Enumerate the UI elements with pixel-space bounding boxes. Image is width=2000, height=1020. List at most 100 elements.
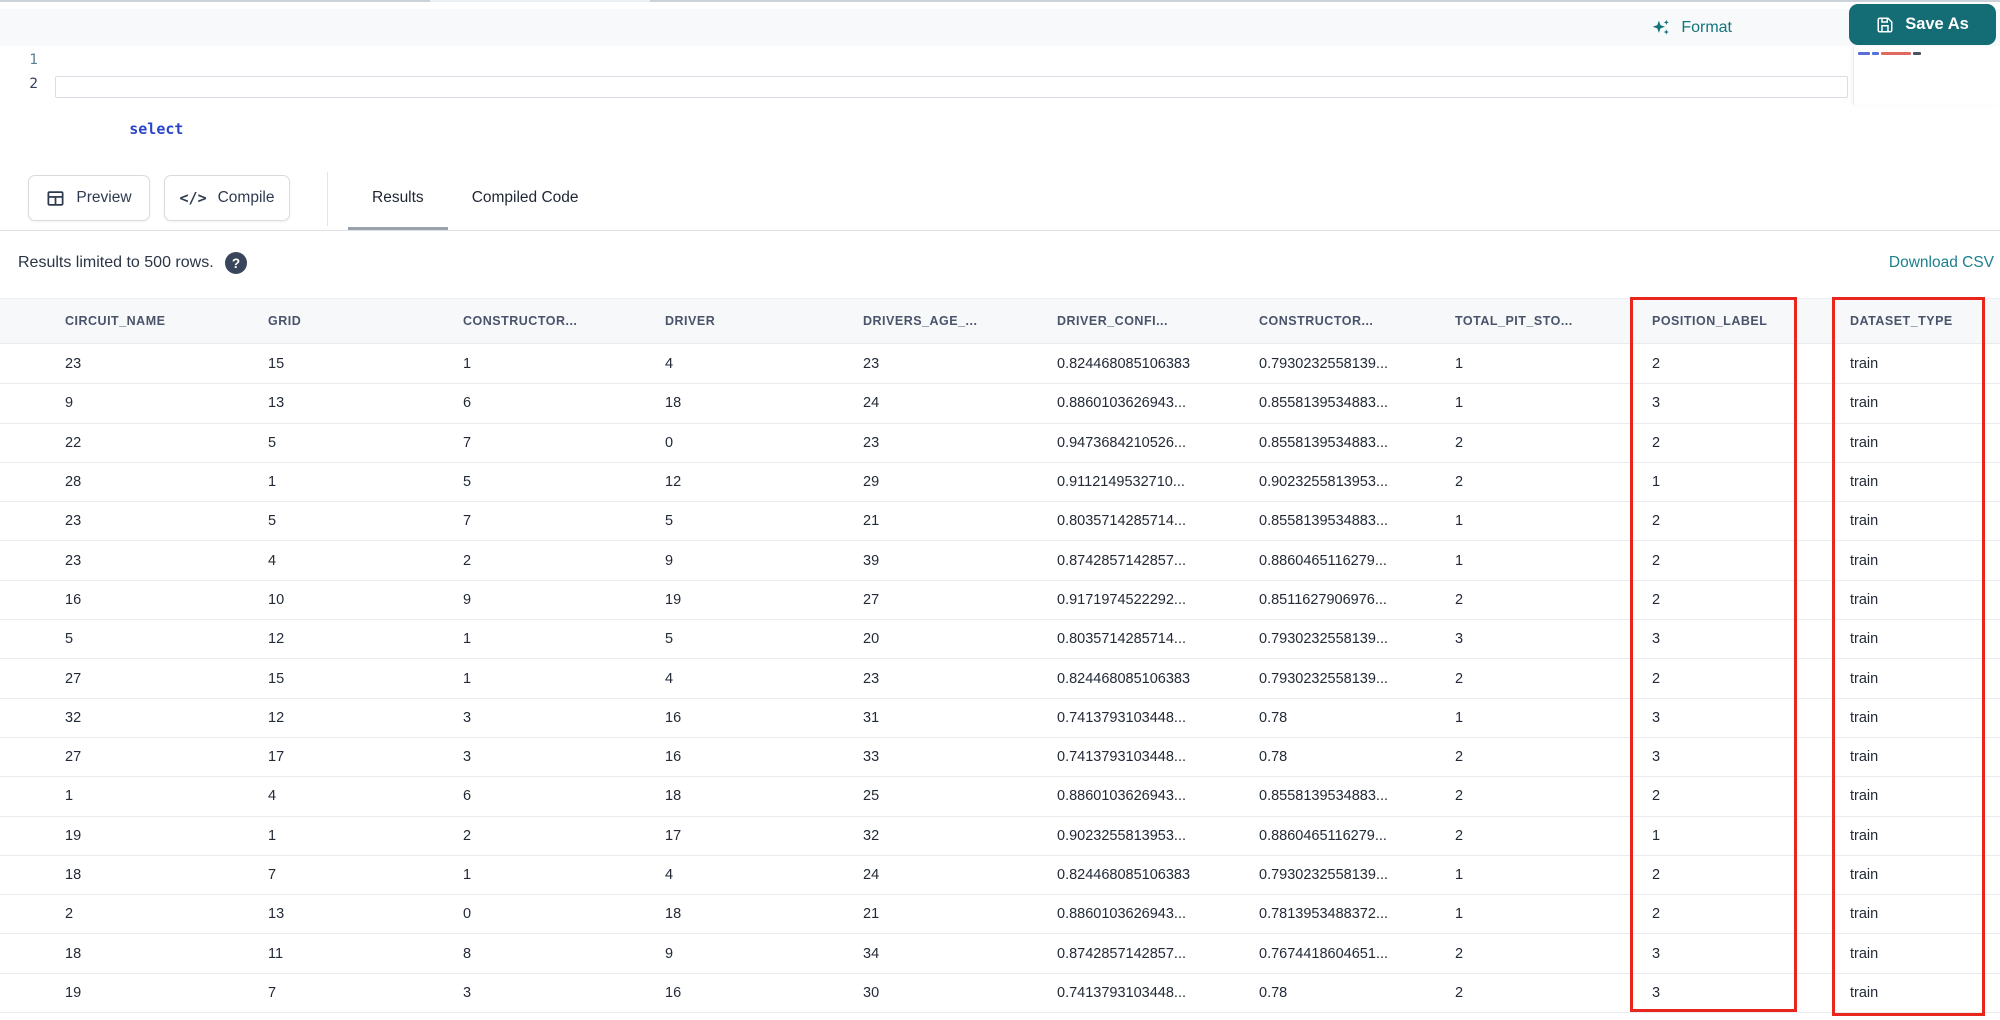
- table-cell: 12: [268, 631, 285, 648]
- table-cell: 2: [1652, 788, 1661, 805]
- table-row: 32 12 3 16 31 0.7413793103448... 0.78 1 …: [0, 698, 2000, 738]
- table-row: 19 7 3 16 30 0.7413793103448... 0.78 2 3…: [0, 973, 2000, 1014]
- column-header[interactable]: DRIVER_CONFI...: [1057, 314, 1259, 328]
- table-cell: 0.7674418604651...: [1259, 945, 1389, 962]
- code-line-1[interactable]: select * from {{ ref( 'train_test_positi…: [57, 52, 319, 666]
- table-cell: 0.7413793103448...: [1057, 709, 1187, 726]
- format-button[interactable]: Format: [1651, 12, 1732, 44]
- compile-button-label: Compile: [217, 189, 275, 206]
- table-cell: 31: [863, 709, 880, 726]
- table-cell: 7: [268, 867, 277, 883]
- column-header[interactable]: POSITION_LABEL: [1652, 314, 1850, 328]
- tab-compiled-code[interactable]: Compiled Code: [448, 166, 603, 230]
- table-row: 27 17 3 16 33 0.7413793103448... 0.78 2 …: [0, 737, 2000, 778]
- table-cell: 2: [463, 827, 472, 844]
- table-cell: train: [1850, 513, 1879, 530]
- table-cell: 7: [463, 513, 472, 530]
- table-cell: 1: [268, 827, 277, 844]
- table-row: 16 10 9 19 27 0.9171974522292... 0.85116…: [0, 580, 2000, 621]
- table-cell: 2: [1455, 945, 1464, 962]
- table-cell: 3: [1652, 631, 1661, 648]
- table-cell: 0.824468085106383: [1057, 356, 1191, 373]
- table-cell: 0.8558139534883...: [1259, 395, 1389, 412]
- column-header[interactable]: DRIVER: [665, 314, 863, 328]
- table-row: 9 13 6 18 24 0.8860103626943... 0.855813…: [0, 384, 2000, 424]
- help-icon[interactable]: ?: [225, 252, 247, 274]
- table-cell: 15: [268, 356, 285, 373]
- table-cell: 16: [65, 591, 82, 608]
- table-row: 2 13 0 18 21 0.8860103626943... 0.781395…: [0, 895, 2000, 935]
- preview-button[interactable]: Preview: [28, 175, 150, 221]
- results-toolbar: Preview </> Compile Results Compiled Cod…: [0, 166, 2000, 230]
- table-cell: 0.8558139534883...: [1259, 788, 1389, 805]
- table-cell: 2: [1455, 591, 1464, 608]
- tab-results[interactable]: Results: [348, 166, 448, 230]
- table-cell: 2: [1652, 513, 1661, 530]
- table-cell: 29: [863, 474, 880, 491]
- editor-minimap[interactable]: [1853, 47, 2000, 105]
- table-cell: 5: [65, 631, 74, 648]
- table-cell: train: [1850, 749, 1879, 766]
- table-row: 27 15 1 4 23 0.824468085106383 0.7930232…: [0, 659, 2000, 699]
- table-cell: 2: [1652, 552, 1661, 569]
- table-cell: 16: [665, 749, 682, 766]
- table-cell: 8: [463, 945, 472, 962]
- table-cell: 20: [863, 631, 880, 648]
- sql-editor[interactable]: 1 2 select * from {{ ref( 't: [0, 46, 2000, 666]
- table-cell: train: [1850, 788, 1879, 805]
- table-cell: 6: [463, 788, 472, 805]
- table-cell: 1: [463, 867, 472, 883]
- sparkles-icon: [1651, 18, 1672, 39]
- toolbar-tabs-divider: [327, 172, 328, 226]
- column-header[interactable]: CONSTRUCTOR...: [463, 314, 665, 328]
- table-row: 23 15 1 4 23 0.824468085106383 0.7930232…: [0, 345, 2000, 385]
- table-cell: 3: [1652, 749, 1661, 766]
- table-cell: 1: [1455, 906, 1464, 923]
- table-cell: 0.9473684210526...: [1057, 434, 1187, 451]
- table-cell: 0.78: [1259, 709, 1288, 726]
- save-as-button[interactable]: Save As: [1849, 4, 1996, 45]
- table-cell: 0.8860465116279...: [1259, 552, 1387, 569]
- table-cell: 27: [863, 591, 880, 608]
- column-header[interactable]: GRID: [268, 314, 463, 328]
- table-cell: 25: [863, 788, 880, 805]
- table-cell: 0.8742857142857...: [1057, 552, 1187, 569]
- table-cell: 15: [268, 670, 285, 687]
- code-token: select: [129, 120, 184, 138]
- table-cell: 2: [1455, 474, 1464, 491]
- table-cell: 4: [665, 867, 674, 883]
- table-cell: 0.7413793103448...: [1057, 749, 1187, 766]
- compile-button[interactable]: </> Compile: [164, 175, 290, 221]
- results-table-body: 23 15 1 4 23 0.824468085106383 0.7930232…: [0, 345, 2000, 1014]
- table-cell: 19: [665, 591, 682, 608]
- table-cell: 28: [65, 474, 82, 491]
- table-cell: 0.7813953488372...: [1259, 906, 1389, 923]
- column-header[interactable]: CONSTRUCTOR...: [1259, 314, 1455, 328]
- table-cell: 39: [863, 552, 880, 569]
- editor-active-line[interactable]: [55, 76, 1848, 98]
- column-header[interactable]: DRIVERS_AGE_...: [863, 314, 1057, 328]
- save-icon: [1876, 16, 1894, 34]
- column-header[interactable]: TOTAL_PIT_STO...: [1455, 314, 1652, 328]
- table-cell: 0: [463, 906, 472, 923]
- table-cell: 1: [1455, 552, 1464, 569]
- table-cell: 22: [65, 434, 82, 451]
- table-cell: 0.8035714285714...: [1057, 631, 1187, 648]
- column-header[interactable]: DATASET_TYPE: [1850, 314, 2000, 328]
- table-cell: 23: [863, 670, 880, 687]
- column-header[interactable]: CIRCUIT_NAME: [65, 314, 268, 328]
- table-grid-icon: [46, 189, 65, 208]
- table-cell: 23: [65, 356, 82, 373]
- table-cell: 23: [863, 434, 880, 451]
- table-cell: 34: [863, 945, 880, 962]
- table-cell: 2: [1455, 670, 1464, 687]
- tab-gap-notch: [430, 0, 650, 2]
- download-csv-link[interactable]: Download CSV: [1889, 254, 1994, 272]
- table-cell: 18: [65, 945, 82, 962]
- table-cell: 0.8511627906976...: [1259, 591, 1387, 608]
- table-cell: train: [1850, 552, 1879, 569]
- table-cell: 2: [1652, 867, 1661, 883]
- table-cell: 0.8860103626943...: [1057, 906, 1187, 923]
- table-cell: train: [1850, 867, 1879, 883]
- table-cell: 0.8860103626943...: [1057, 788, 1187, 805]
